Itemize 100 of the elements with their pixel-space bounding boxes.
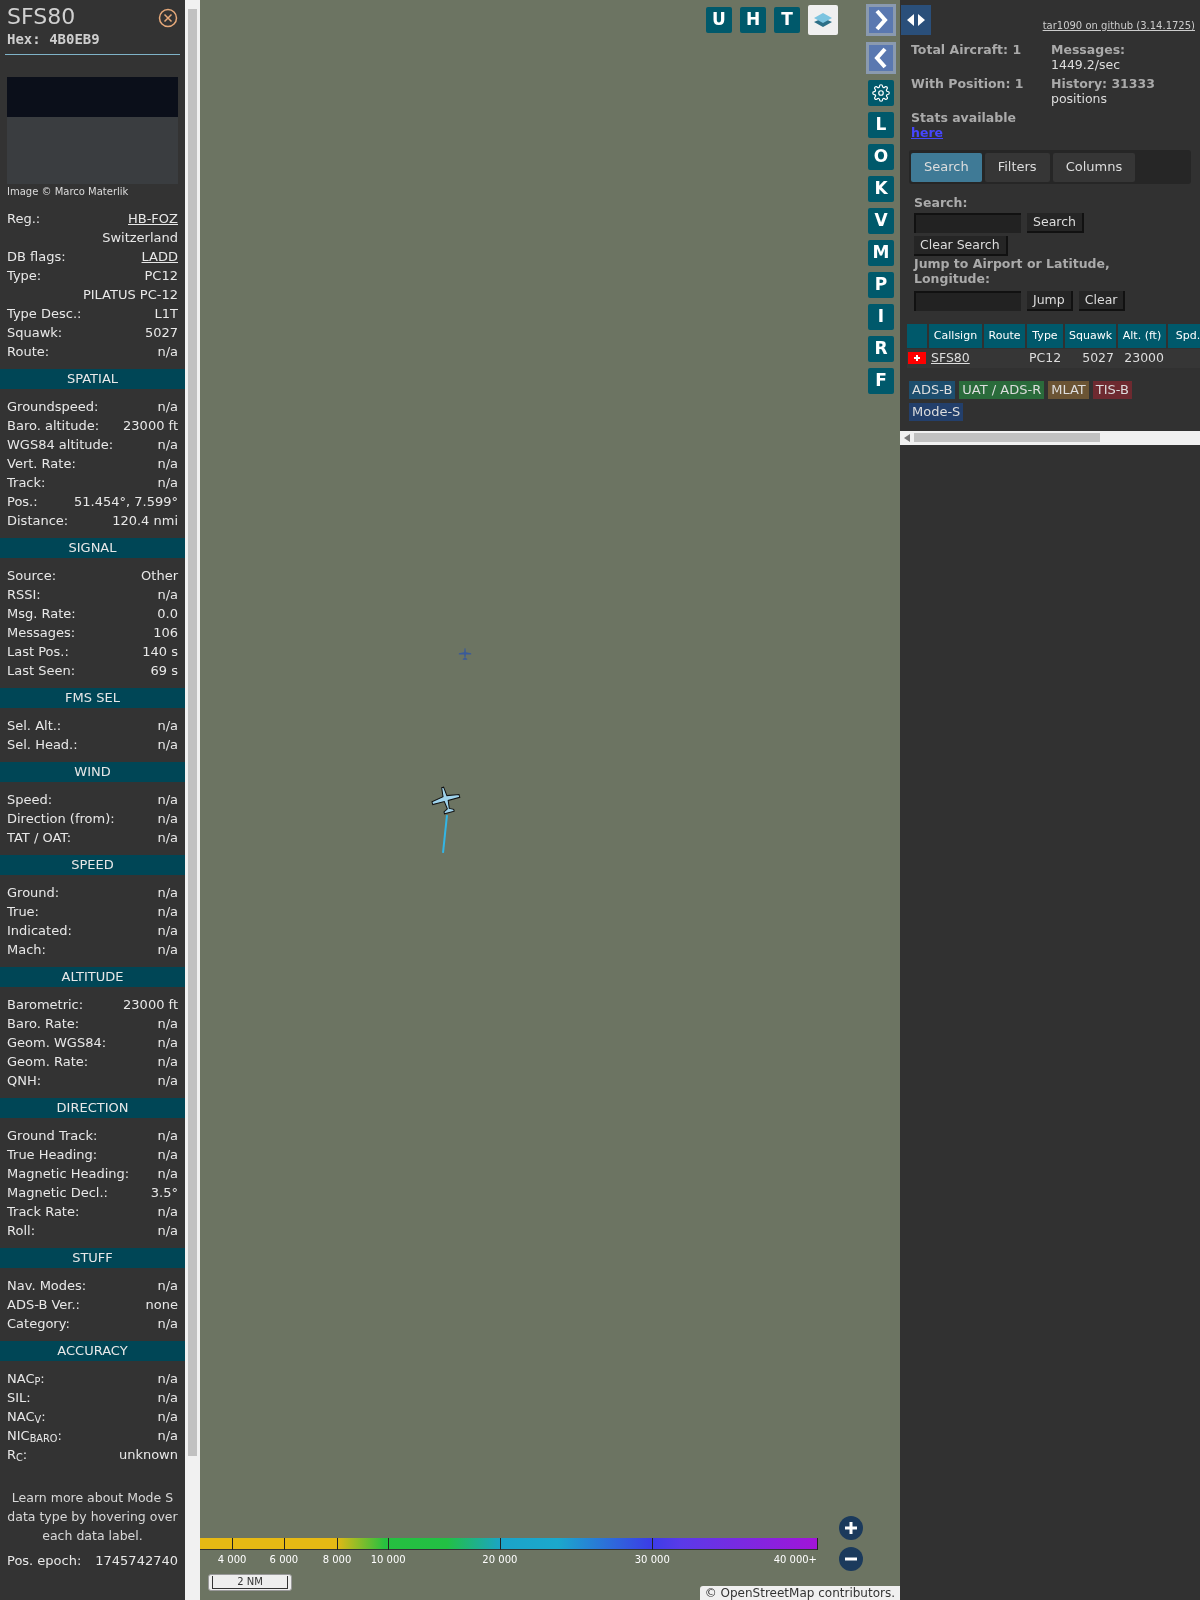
column-header[interactable]: Squawk (1065, 323, 1116, 348)
map-toggle-button[interactable]: U (706, 7, 732, 33)
value-link[interactable]: LADD (141, 246, 178, 267)
field-label: Ground: (7, 883, 60, 902)
airplane-icon[interactable] (430, 785, 462, 815)
legend-label: 30 000 (634, 1553, 670, 1567)
field-value: unknown (118, 1445, 178, 1464)
github-link[interactable]: tar1090 on github (3.14.1725) (1042, 18, 1195, 33)
value-link[interactable]: HB-FOZ (128, 208, 178, 229)
section-header: SIGNAL (0, 538, 185, 558)
map-toggle-button[interactable]: T (774, 7, 800, 33)
field-label: Baro. Rate: (7, 1014, 80, 1033)
field-value: 69 s (150, 661, 178, 680)
jump-field[interactable] (914, 290, 1021, 311)
zoom-out-button[interactable] (839, 1547, 863, 1571)
field-label: SIL: (7, 1388, 31, 1407)
layers-button[interactable] (808, 5, 838, 35)
source-tag[interactable]: UAT / ADS-R (959, 380, 1045, 399)
field-value: n/a (157, 735, 178, 754)
field-value: n/a (157, 883, 178, 902)
field-value: n/a (157, 1388, 178, 1407)
map-toggle-button[interactable]: I (868, 304, 894, 330)
map-toggle-button[interactable]: L (868, 112, 894, 138)
search-field[interactable] (914, 212, 1021, 233)
map-toggle-button[interactable]: H (740, 7, 766, 33)
map-toggle-button[interactable]: R (868, 336, 894, 362)
column-header[interactable]: Type (1027, 323, 1063, 348)
next-button[interactable] (866, 4, 896, 36)
map-toggle-button[interactable]: V (868, 208, 894, 234)
field-label: QNH: (7, 1071, 42, 1090)
field-value: n/a (157, 1145, 178, 1164)
field-value: n/a (157, 1014, 178, 1033)
column-header (907, 323, 927, 348)
section-header: ALTITUDE (0, 967, 185, 987)
clear-search-button[interactable]: Clear Search (914, 235, 1008, 256)
field-label: Jump to Airport or Latitude, Longitude: (914, 255, 1111, 286)
column-header[interactable]: Spd. (1168, 323, 1200, 348)
field-value: n/a (157, 1202, 178, 1221)
tab[interactable]: Filters (984, 152, 1050, 182)
field-value: 51.454°, 7.599° (74, 492, 178, 511)
scrollbar[interactable] (185, 0, 200, 1600)
stat-text: With Position: 1 (911, 76, 1025, 91)
section-header: STUFF (0, 1248, 185, 1268)
close-icon[interactable] (158, 8, 178, 28)
field-label: R$_{C}$: (7, 1445, 28, 1465)
callsign-link[interactable]: SFS80 (931, 349, 970, 365)
field-label: Track: (7, 473, 46, 492)
field-label: Distance: (7, 511, 69, 530)
field-label: Geom. Rate: (7, 1052, 89, 1071)
field-value: n/a (157, 1276, 178, 1295)
search-button[interactable]: Search (1027, 212, 1084, 233)
field-label: Track Rate: (7, 1202, 80, 1221)
field-value: 0.0 (157, 604, 178, 623)
legend-label: 10 000 (370, 1553, 406, 1567)
scroll-left-icon[interactable] (904, 433, 910, 442)
source-tag[interactable]: ADS-B (909, 380, 956, 399)
field-label: Vert. Rate: (7, 454, 76, 473)
field-value: 106 (153, 623, 178, 642)
field-value: 5027 (144, 323, 178, 342)
field-value: Other (141, 566, 178, 585)
clear-button[interactable]: Clear (1078, 290, 1126, 311)
section-header: SPEED (0, 855, 185, 875)
field-label: Sel. Head.: (7, 735, 78, 754)
field-label: Direction (from): (7, 809, 115, 828)
source-tag[interactable]: TIS-B (1092, 380, 1132, 399)
source-tag[interactable]: MLAT (1048, 380, 1089, 399)
map-toggle-button[interactable]: O (868, 144, 894, 170)
panel-toggle-button[interactable] (901, 5, 931, 35)
field-label: Nav. Modes: (7, 1276, 87, 1295)
settings-button[interactable] (868, 80, 894, 106)
field-value: n/a (157, 1126, 178, 1145)
field-value: 23000 ft (123, 995, 178, 1014)
left-right-arrows-icon (905, 13, 927, 27)
field-label: Barometric: (7, 995, 84, 1014)
horizontal-scrollbar[interactable] (900, 430, 1200, 445)
column-header[interactable]: Route (984, 323, 1025, 348)
map-toggle-button[interactable]: K (868, 176, 894, 202)
scale-bar: 2 NM (208, 1574, 292, 1591)
map-toggle-button[interactable]: M (868, 240, 894, 266)
table-cell: 5027 (1082, 349, 1114, 365)
source-tag[interactable]: Mode-S (909, 402, 964, 421)
field-value: L1T (154, 304, 178, 323)
field-label: Magnetic Decl.: (7, 1183, 108, 1202)
field-label: Baro. altitude: (7, 416, 100, 435)
column-header[interactable]: Callsign (929, 323, 982, 348)
zoom-in-button[interactable] (839, 1516, 863, 1540)
field-label: Groundspeed: (7, 397, 99, 416)
previous-button[interactable] (866, 42, 896, 74)
section-header: SPATIAL (0, 369, 185, 389)
tab[interactable]: Search (911, 152, 982, 182)
chevron-right-icon (874, 9, 888, 31)
field-label: True Heading: (7, 1145, 98, 1164)
map-toggle-button[interactable]: P (868, 272, 894, 298)
field-label: NIC$_{BARO}$: (7, 1426, 62, 1446)
tab[interactable]: Columns (1052, 152, 1136, 182)
jump-button[interactable]: Jump (1027, 290, 1073, 311)
field-label: True: (7, 902, 39, 921)
column-header[interactable]: Alt. (ft) (1118, 323, 1166, 348)
field-value: 120.4 nmi (112, 511, 178, 530)
map-toggle-button[interactable]: F (868, 368, 894, 394)
